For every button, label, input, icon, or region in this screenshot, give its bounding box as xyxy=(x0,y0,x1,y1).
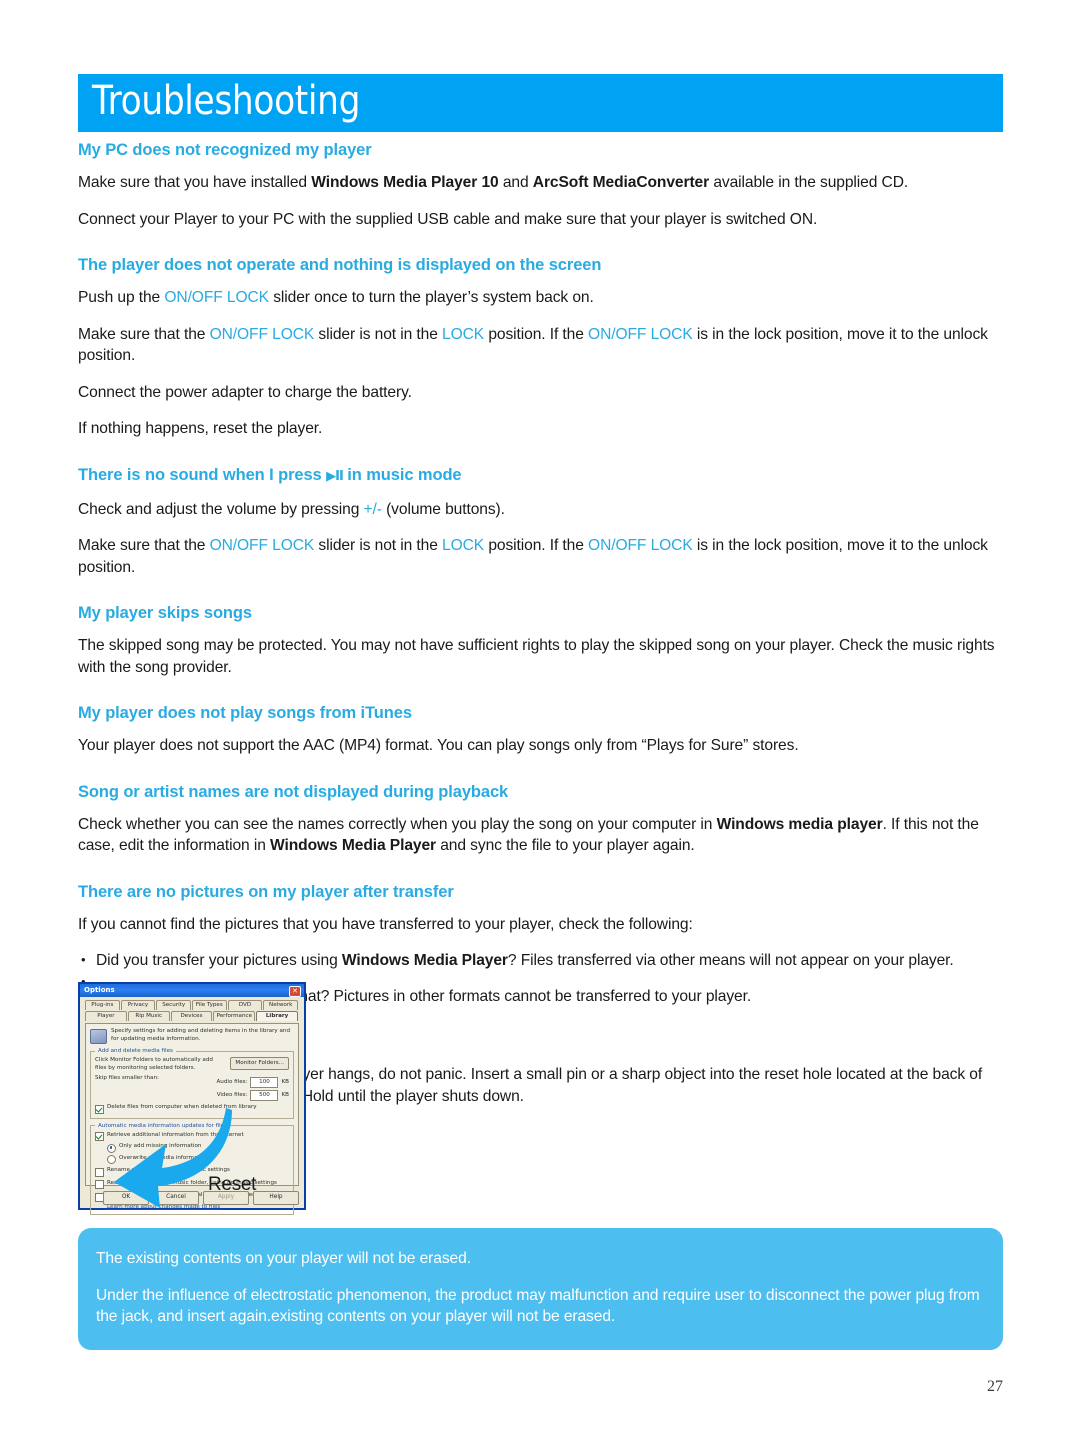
video-size-row: Video files: 500 KB xyxy=(216,1090,289,1102)
close-icon[interactable]: ✕ xyxy=(289,986,301,997)
radio-icon[interactable] xyxy=(107,1143,116,1153)
tab-network[interactable]: Network xyxy=(263,1000,299,1010)
section-heading-itunes: My player does not play songs from iTune… xyxy=(78,704,412,722)
radio-overwrite-all[interactable]: Overwrite all media information xyxy=(107,1155,289,1165)
paragraph: If nothing happens, reset the player. xyxy=(78,420,323,437)
play-pause-icon: ▶II xyxy=(326,468,344,484)
library-icon xyxy=(90,1029,107,1044)
monitor-text: Click Monitor Folders to automatically a… xyxy=(95,1057,213,1071)
radio-label: Only add missing information xyxy=(119,1143,202,1150)
audio-size-input[interactable]: 100 xyxy=(250,1077,279,1089)
video-size-input[interactable]: 500 xyxy=(250,1090,279,1102)
ok-button[interactable]: OK xyxy=(103,1190,149,1205)
checkbox-icon[interactable] xyxy=(95,1167,104,1177)
radio-icon[interactable] xyxy=(107,1155,116,1165)
delete-files-checkbox[interactable]: Delete files from computer when deleted … xyxy=(95,1104,289,1114)
section-heading-pc-not-recognized: My PC does not recognized my player xyxy=(78,141,372,159)
tab-row-2: Player Rip Music Devices Performance Lib… xyxy=(85,1011,299,1021)
tab-security[interactable]: Security xyxy=(156,1000,192,1010)
video-files-label: Video files: xyxy=(216,1091,248,1098)
tab-file-types[interactable]: File Types xyxy=(192,1000,227,1010)
tab-row-1: Plug-ins Privacy Security File Types DVD… xyxy=(85,1000,299,1010)
skip-row: Skip files smaller than: Audio files: 10… xyxy=(95,1075,289,1102)
radio-only-add-missing[interactable]: Only add missing information xyxy=(107,1143,289,1153)
dialog-panel-library: Specify settings for adding and deleting… xyxy=(85,1023,299,1215)
paragraph: Make sure that you have installed Window… xyxy=(78,174,909,191)
reset-annotation-label: Reset xyxy=(208,1174,257,1195)
rearrange-music-checkbox[interactable]: Rearrange music in rip music folder, usi… xyxy=(95,1180,289,1190)
radio-label: Overwrite all media information xyxy=(119,1154,209,1161)
page-banner: Troubleshooting xyxy=(78,74,1003,132)
tab-dvd[interactable]: DVD xyxy=(227,1000,263,1010)
paragraph: Push up the ON/OFF LOCK slider once to t… xyxy=(78,289,594,306)
section-heading-player-not-operate: The player does not operate and nothing … xyxy=(78,256,602,274)
rename-music-checkbox[interactable]: Rename music files using rip music setti… xyxy=(95,1167,289,1177)
audio-size-unit: KB xyxy=(281,1078,289,1085)
section-heading-names-not-displayed: Song or artist names are not displayed d… xyxy=(78,782,509,801)
paragraph: Your player does not support the AAC (MP… xyxy=(78,737,799,754)
panel-description-text: Specify settings for adding and deleting… xyxy=(111,1028,291,1042)
checkbox-icon[interactable] xyxy=(95,1180,104,1190)
audio-files-label: Audio files: xyxy=(216,1078,248,1085)
panel-description: Specify settings for adding and deleting… xyxy=(90,1028,294,1044)
section-heading-skips-songs: My player skips songs xyxy=(78,604,252,622)
page-title: Troubleshooting xyxy=(92,78,361,124)
options-dialog-screenshot: Options ✕ Plug-ins Privacy Security File… xyxy=(78,982,306,1215)
paragraph: Make sure that the ON/OFF LOCK slider is… xyxy=(78,537,988,576)
paragraph: If you cannot find the pictures that you… xyxy=(78,915,693,933)
paragraph: Connect your Player to your PC with the … xyxy=(78,210,818,228)
group-legend: Automatic media information updates for … xyxy=(98,1122,228,1129)
dialog-footer: OK Cancel Apply Help xyxy=(85,1190,299,1205)
video-size-unit: KB xyxy=(281,1091,289,1098)
tab-player[interactable]: Player xyxy=(85,1011,127,1021)
skip-files-label: Skip files smaller than: xyxy=(95,1075,159,1082)
paragraph: Connect the power adapter to charge the … xyxy=(78,383,412,401)
paragraph: Make sure that the ON/OFF LOCK slider is… xyxy=(78,325,988,365)
section-heading-no-sound: There is no sound when I press ▶II in mu… xyxy=(78,465,462,484)
tab-performance[interactable]: Performance xyxy=(213,1011,256,1021)
section-heading-no-pictures: There are no pictures on my player after… xyxy=(78,882,454,901)
dialog-tabs: Plug-ins Privacy Security File Types DVD… xyxy=(85,1000,299,1022)
paragraph: The skipped song may be protected. You m… xyxy=(78,637,995,676)
paragraph: Check whether you can see the names corr… xyxy=(78,815,979,855)
delete-files-label: Delete files from computer when deleted … xyxy=(107,1104,257,1111)
monitor-folders-button[interactable]: Monitor Folders... xyxy=(230,1057,289,1070)
retrieve-info-label: Retrieve additional information from the… xyxy=(107,1131,244,1138)
group-add-delete-media-files: Add and delete media files Click Monitor… xyxy=(90,1048,294,1119)
manual-page: Troubleshooting My PC does not recognize… xyxy=(0,0,1080,1434)
learn-more-link[interactable]: Learn more about changes made to files xyxy=(107,1204,289,1210)
cancel-button[interactable]: Cancel xyxy=(153,1190,199,1205)
paragraph: Check and adjust the volume by pressing … xyxy=(78,500,505,518)
options-dialog: Options ✕ Plug-ins Privacy Security File… xyxy=(78,982,306,1215)
group-legend: Add and delete media files xyxy=(98,1048,173,1054)
checkbox-icon[interactable] xyxy=(95,1104,104,1114)
page-number: 27 xyxy=(987,1378,1003,1395)
note-line-2: Under the influence of electrostatic phe… xyxy=(96,1286,980,1326)
content-column: My PC does not recognized my player Make… xyxy=(78,140,1003,1107)
note-callout: The existing contents on your player wil… xyxy=(78,1228,1003,1350)
note-line-1: The existing contents on your player wil… xyxy=(96,1250,471,1267)
tab-library[interactable]: Library xyxy=(256,1011,298,1021)
list-item: Did you transfer your pictures using Win… xyxy=(78,949,1003,972)
tab-rip-music[interactable]: Rip Music xyxy=(127,1011,170,1021)
help-button[interactable]: Help xyxy=(253,1190,299,1205)
retrieve-info-checkbox[interactable]: Retrieve additional information from the… xyxy=(95,1132,289,1142)
monitor-row: Click Monitor Folders to automatically a… xyxy=(95,1057,289,1072)
checkbox-icon[interactable] xyxy=(95,1132,104,1142)
tab-devices[interactable]: Devices xyxy=(170,1011,213,1021)
tab-privacy[interactable]: Privacy xyxy=(120,1000,156,1010)
audio-size-row: Audio files: 100 KB xyxy=(216,1077,289,1089)
dialog-titlebar: Options ✕ xyxy=(80,984,304,997)
dialog-title: Options xyxy=(84,986,115,994)
tab-plugins[interactable]: Plug-ins xyxy=(85,1000,120,1010)
